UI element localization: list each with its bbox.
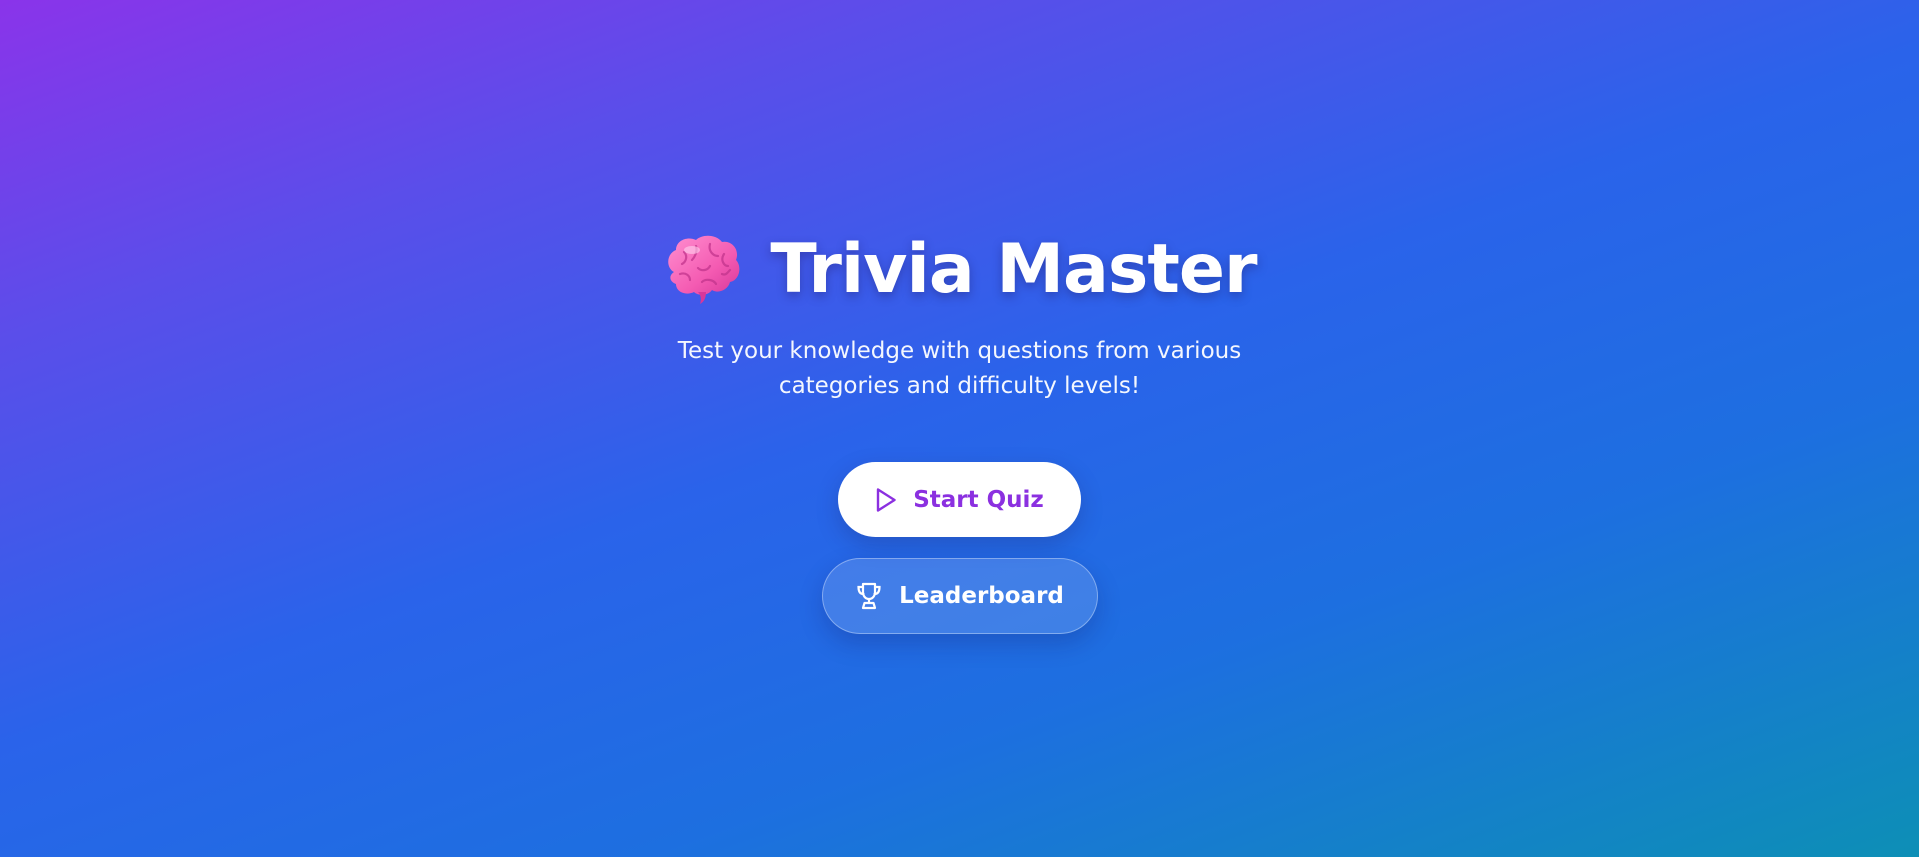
hero-section: Trivia Master Test your knowledge with q…: [0, 222, 1919, 634]
start-quiz-button[interactable]: Start Quiz: [838, 462, 1081, 537]
leaderboard-button[interactable]: Leaderboard: [821, 558, 1098, 634]
leaderboard-label: Leaderboard: [899, 583, 1064, 609]
brain-icon: [668, 235, 740, 304]
app-screen: Trivia Master Test your knowledge with q…: [0, 0, 1919, 857]
page-title: Trivia Master: [770, 230, 1257, 309]
trophy-icon: [855, 581, 883, 611]
page-subtitle: Test your knowledge with questions from …: [677, 338, 1242, 399]
play-icon: [875, 487, 897, 513]
title-row: Trivia Master: [662, 222, 1258, 318]
action-buttons: Start Quiz Leaderboard: [821, 462, 1098, 634]
start-quiz-label: Start Quiz: [913, 486, 1044, 513]
